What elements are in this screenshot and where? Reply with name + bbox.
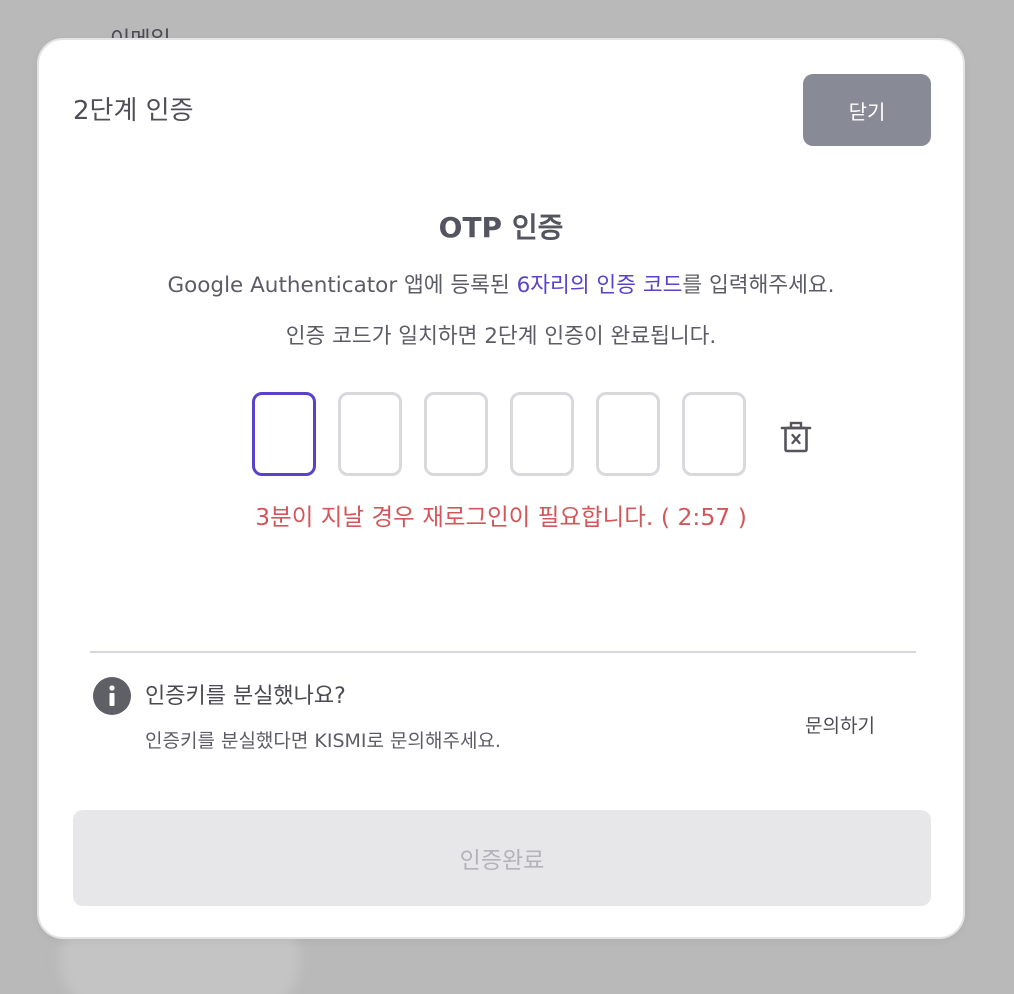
info-icon xyxy=(93,677,131,715)
otp-digit-6[interactable] xyxy=(682,392,746,476)
otp-description-line2: 인증 코드가 일치하면 2단계 인증이 완료됩니다. xyxy=(285,324,717,349)
lost-key-description: 인증키를 분실했다면 KISMI로 문의해주세요. xyxy=(145,730,501,752)
trash-icon[interactable] xyxy=(779,420,813,454)
otp-digit-5[interactable] xyxy=(596,392,660,476)
otp-description-highlight: 6자리의 인증 코드 xyxy=(516,273,683,298)
otp-description-suffix: 를 입력해주세요. xyxy=(682,273,835,298)
otp-description-prefix: Google Authenticator 앱에 등록된 xyxy=(167,273,517,298)
timeout-warning: 3분이 지날 경우 재로그인이 필요합니다. ( 2:57 ) xyxy=(255,503,747,531)
divider xyxy=(90,651,916,653)
otp-description-line1: Google Authenticator 앱에 등록된 6자리의 인증 코드를 … xyxy=(39,268,963,299)
otp-digit-3[interactable] xyxy=(424,392,488,476)
otp-digit-4[interactable] xyxy=(510,392,574,476)
close-button[interactable]: 닫기 xyxy=(803,74,931,146)
modal-title: 2단계 인증 xyxy=(73,96,194,126)
inquiry-link[interactable]: 문의하기 xyxy=(805,711,875,738)
otp-digit-2[interactable] xyxy=(338,392,402,476)
lost-key-title: 인증키를 분실했나요? xyxy=(145,684,346,709)
otp-title: OTP 인증 xyxy=(438,211,564,244)
two-factor-modal: 2단계 인증 닫기 OTP 인증 Google Authenticator 앱에… xyxy=(37,38,965,939)
otp-digit-1[interactable] xyxy=(252,392,316,476)
confirm-button[interactable]: 인증완료 xyxy=(73,810,931,906)
